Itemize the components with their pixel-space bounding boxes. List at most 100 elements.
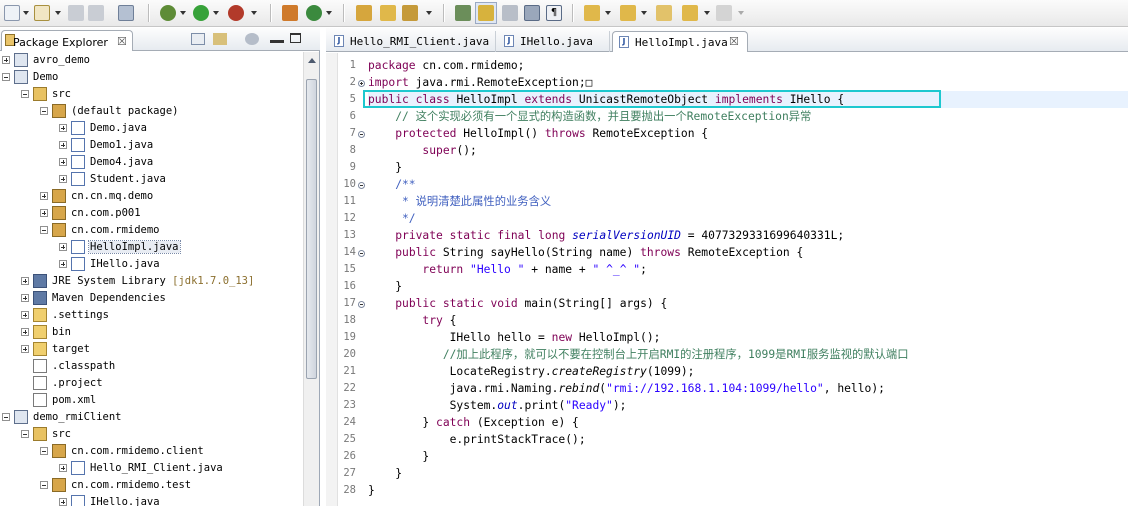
tree-item[interactable]: target (0, 341, 303, 358)
tree-item[interactable]: .settings (0, 307, 303, 324)
toggle-highlight-icon[interactable] (478, 5, 494, 21)
debug-icon[interactable] (160, 5, 176, 21)
tree-item[interactable]: bin (0, 324, 303, 341)
new-dropdown-icon[interactable] (23, 11, 29, 15)
tree-item[interactable]: Maven Dependencies (0, 290, 303, 307)
tree-item[interactable]: cn.com.rmidemo.test (0, 477, 303, 494)
expand-icon[interactable] (2, 56, 10, 64)
expand-icon[interactable] (21, 345, 29, 353)
tree-item[interactable]: Demo1.java (0, 137, 303, 154)
tree-item[interactable]: Demo.java (0, 120, 303, 137)
collapse-icon[interactable] (21, 430, 29, 438)
tree-item[interactable]: avro_demo (0, 52, 303, 69)
tree-item[interactable]: cn.com.rmidemo.client (0, 443, 303, 460)
pilcrow-icon[interactable]: ¶ (546, 5, 562, 21)
print-icon[interactable] (118, 5, 134, 21)
expand-icon[interactable] (59, 124, 67, 132)
show-whitespace-icon[interactable] (502, 5, 518, 21)
tree-item[interactable]: Student.java (0, 171, 303, 188)
view-menu-icon[interactable] (245, 33, 259, 45)
back-dropdown-icon[interactable] (704, 11, 710, 15)
collapse-icon[interactable] (40, 447, 48, 455)
expand-icon[interactable] (21, 311, 29, 319)
expand-fold-icon[interactable] (358, 80, 365, 87)
last-edit-location-icon[interactable] (656, 5, 672, 21)
tree-item[interactable]: cn.cn.mq.demo (0, 188, 303, 205)
forward-dropdown-icon[interactable] (738, 11, 744, 15)
expand-icon[interactable] (59, 464, 67, 472)
expand-icon[interactable] (21, 277, 29, 285)
collapse-fold-icon[interactable] (358, 182, 365, 189)
tree-item[interactable]: Demo (0, 69, 303, 86)
run-external-dropdown-icon[interactable] (251, 11, 257, 15)
tree-item[interactable]: cn.com.rmidemo (0, 222, 303, 239)
tree-item[interactable]: Demo4.java (0, 154, 303, 171)
collapse-fold-icon[interactable] (358, 250, 365, 257)
save-icon[interactable] (68, 5, 84, 21)
close-icon[interactable]: ☒ (729, 35, 739, 48)
collapse-fold-icon[interactable] (358, 301, 365, 308)
open-folder-icon[interactable] (380, 5, 396, 21)
close-icon[interactable]: ☒ (117, 35, 127, 48)
block-selection-icon[interactable] (524, 5, 540, 21)
expand-icon[interactable] (59, 260, 67, 268)
new-icon[interactable] (4, 5, 20, 21)
collapse-icon[interactable] (21, 90, 29, 98)
tree-item[interactable]: JRE System Library [jdk1.7.0_13] (0, 273, 303, 290)
link-with-editor-icon[interactable] (213, 33, 227, 45)
expand-icon[interactable] (59, 243, 67, 251)
tree-item[interactable]: .project (0, 375, 303, 392)
new-dropdown-icon[interactable] (34, 5, 50, 21)
tree-item[interactable]: pom.xml (0, 392, 303, 409)
tree-item[interactable]: src (0, 86, 303, 103)
collapse-fold-icon[interactable] (358, 131, 365, 138)
search-icon[interactable] (402, 5, 418, 21)
debug-dropdown-icon[interactable] (180, 11, 186, 15)
scrollbar-thumb[interactable] (306, 79, 317, 379)
code-area[interactable]: package cn.com.rmidemo; import java.rmi.R… (368, 53, 1128, 506)
tree-item[interactable]: IHello.java (0, 256, 303, 273)
package-explorer-tab[interactable]: Package Explorer ☒ (1, 30, 133, 51)
toggle-mark-occurrences-icon[interactable] (455, 5, 471, 21)
tree-item[interactable]: HelloImpl.java (0, 239, 303, 256)
new-java-package-icon[interactable] (282, 5, 298, 21)
new-dropdown-icon[interactable] (55, 11, 61, 15)
expand-icon[interactable] (21, 328, 29, 336)
forward-icon[interactable] (716, 5, 732, 21)
editor-tab[interactable]: J Hello_RMI_Client.java (328, 31, 496, 52)
tree-item[interactable]: demo_rmiClient (0, 409, 303, 426)
tree-item[interactable]: Hello_RMI_Client.java (0, 460, 303, 477)
run-dropdown-icon[interactable] (213, 11, 219, 15)
previous-annotation-icon[interactable] (620, 5, 636, 21)
collapse-icon[interactable] (40, 107, 48, 115)
open-type-dropdown-icon[interactable] (326, 11, 332, 15)
tree-item[interactable]: src (0, 426, 303, 443)
tree-item[interactable]: .classpath (0, 358, 303, 375)
collapse-icon[interactable] (40, 481, 48, 489)
next-annotation-dropdown-icon[interactable] (605, 11, 611, 15)
expand-icon[interactable] (40, 192, 48, 200)
run-external-icon[interactable] (228, 5, 244, 21)
next-annotation-icon[interactable] (584, 5, 600, 21)
collapse-icon[interactable] (2, 73, 10, 81)
collapse-all-icon[interactable] (191, 33, 205, 45)
run-icon[interactable] (193, 5, 209, 21)
expand-icon[interactable] (59, 158, 67, 166)
maximize-icon[interactable] (290, 33, 301, 43)
tree-item[interactable]: IHello.java (0, 494, 303, 506)
open-task-icon[interactable] (356, 5, 372, 21)
scroll-up-icon[interactable] (308, 58, 316, 63)
collapse-icon[interactable] (2, 413, 10, 421)
save-all-icon[interactable] (88, 5, 104, 21)
expand-icon[interactable] (59, 498, 67, 506)
expand-icon[interactable] (59, 141, 67, 149)
tree-item[interactable]: (default package) (0, 103, 303, 120)
minimize-icon[interactable] (270, 40, 284, 43)
collapse-icon[interactable] (40, 226, 48, 234)
editor-tab[interactable]: J IHello.java (498, 31, 610, 52)
editor-tab[interactable]: J HelloImpl.java ☒ (612, 31, 748, 52)
expand-icon[interactable] (40, 209, 48, 217)
package-explorer-scrollbar[interactable] (303, 52, 319, 506)
previous-annotation-dropdown-icon[interactable] (641, 11, 647, 15)
expand-icon[interactable] (21, 294, 29, 302)
